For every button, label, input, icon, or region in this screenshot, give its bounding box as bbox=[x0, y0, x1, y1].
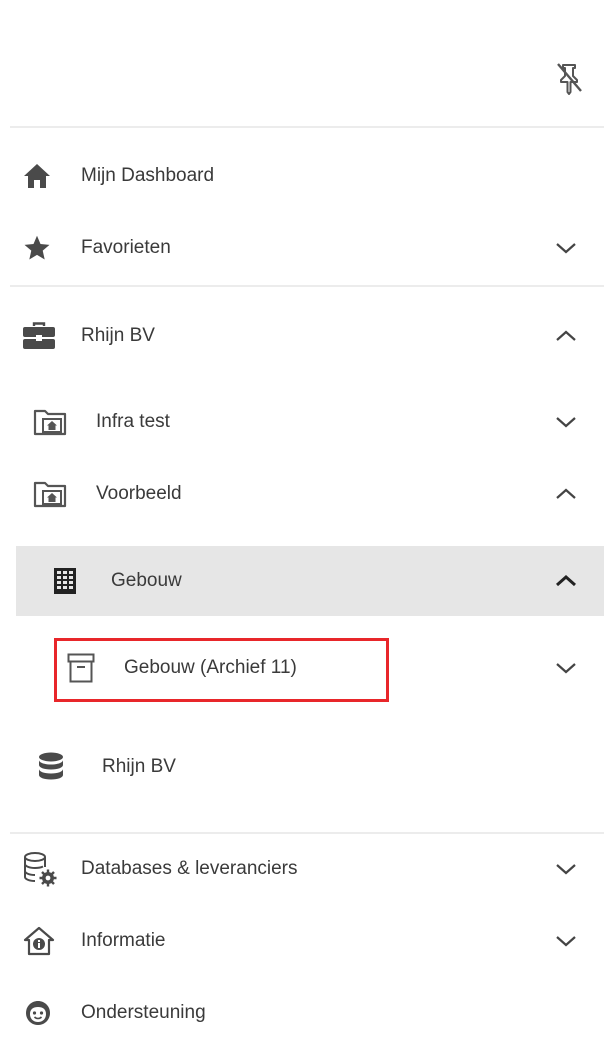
nav-label-building: Gebouw bbox=[111, 570, 182, 591]
nav-item-project-infra-test[interactable]: Infra test bbox=[0, 393, 604, 451]
info-house-icon bbox=[22, 925, 56, 957]
folder-home-icon bbox=[33, 407, 67, 437]
nav-item-organisation[interactable]: Rhijn BV bbox=[0, 307, 604, 365]
nav-label-information: Informatie bbox=[81, 930, 166, 951]
archive-highlight-frame bbox=[54, 638, 389, 702]
folder-home-icon bbox=[33, 479, 67, 509]
nav-item-information[interactable]: Informatie bbox=[0, 912, 604, 970]
nav-label-favorites: Favorieten bbox=[81, 237, 171, 258]
nav-label-project-infra-test: Infra test bbox=[96, 411, 170, 432]
nav-label-support: Ondersteuning bbox=[81, 1002, 206, 1023]
nav-item-dashboard[interactable]: Mijn Dashboard bbox=[0, 147, 604, 205]
chevron-up-icon[interactable] bbox=[554, 569, 578, 593]
database-settings-icon bbox=[22, 851, 58, 887]
unpin-button[interactable] bbox=[551, 58, 587, 98]
nav-label-databases-suppliers: Databases & leveranciers bbox=[81, 858, 298, 879]
chevron-down-icon[interactable] bbox=[554, 236, 578, 260]
chevron-down-icon[interactable] bbox=[554, 929, 578, 953]
nav-item-building[interactable]: Gebouw bbox=[16, 546, 604, 616]
briefcase-icon bbox=[22, 321, 56, 351]
chevron-down-icon[interactable] bbox=[554, 656, 578, 680]
nav-item-databases-suppliers[interactable]: Databases & leveranciers bbox=[0, 840, 604, 898]
nav-item-favorites[interactable]: Favorieten bbox=[0, 219, 604, 277]
nav-item-support[interactable]: Ondersteuning bbox=[0, 984, 604, 1042]
chevron-down-icon[interactable] bbox=[554, 410, 578, 434]
database-icon bbox=[36, 751, 66, 783]
nav-label-dashboard: Mijn Dashboard bbox=[81, 165, 215, 186]
star-icon bbox=[22, 233, 52, 263]
chevron-up-icon[interactable] bbox=[554, 324, 578, 348]
nav-label-organisation: Rhijn BV bbox=[81, 325, 155, 346]
section-divider bbox=[10, 285, 604, 287]
building-icon bbox=[52, 566, 78, 596]
nav-item-database[interactable]: Rhijn BV bbox=[0, 738, 604, 796]
section-divider bbox=[10, 832, 604, 834]
pin-off-icon bbox=[557, 63, 582, 95]
header-divider bbox=[10, 126, 604, 128]
nav-label-database: Rhijn BV bbox=[102, 756, 176, 777]
home-icon bbox=[22, 161, 52, 191]
support-face-icon bbox=[22, 997, 54, 1029]
nav-item-project-voorbeeld[interactable]: Voorbeeld bbox=[0, 465, 604, 523]
chevron-down-icon[interactable] bbox=[554, 857, 578, 881]
nav-label-project-voorbeeld: Voorbeeld bbox=[96, 483, 182, 504]
chevron-up-icon[interactable] bbox=[554, 482, 578, 506]
